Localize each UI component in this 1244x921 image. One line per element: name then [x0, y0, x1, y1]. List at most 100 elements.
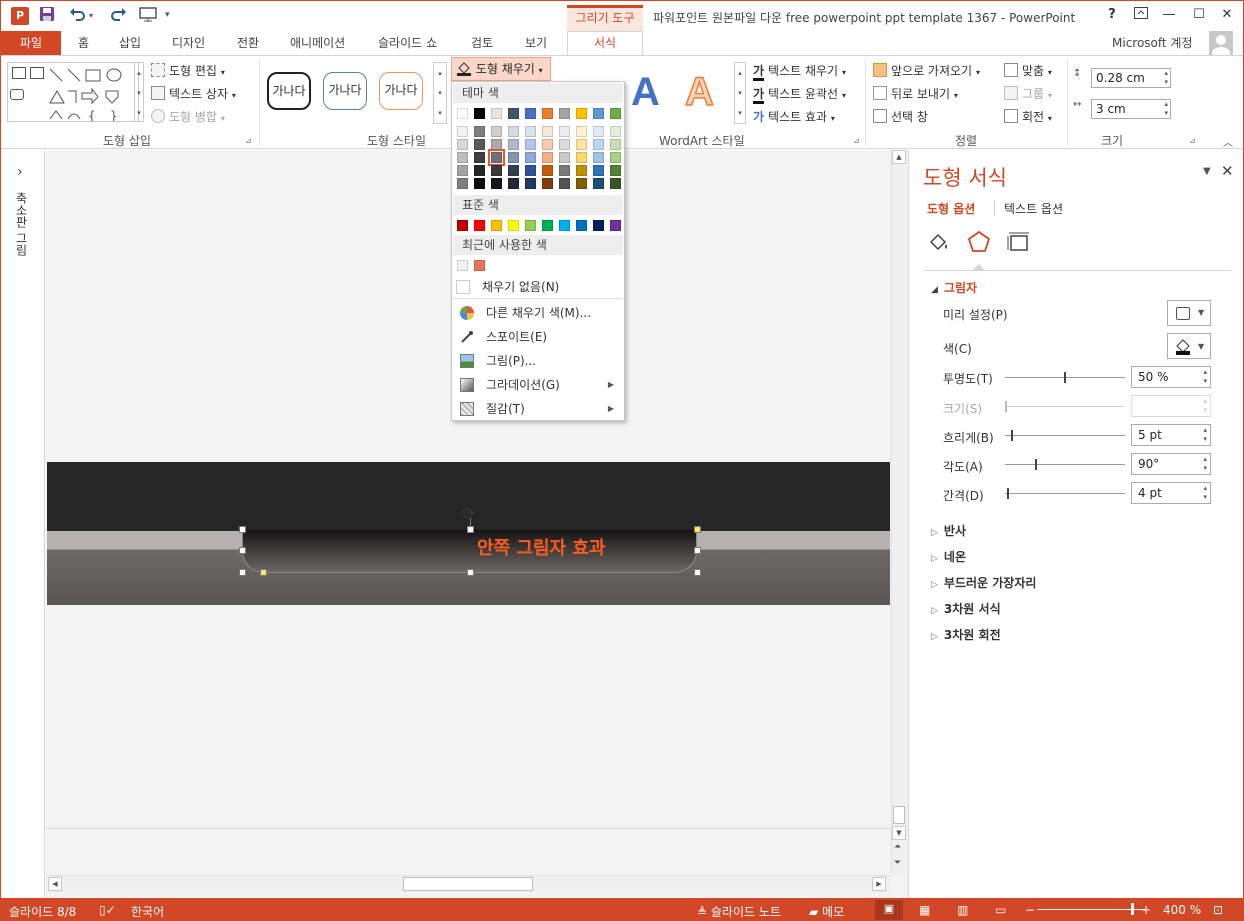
horizontal-scrollbar[interactable]: ◀ ▶ — [46, 875, 891, 893]
theme-shade-swatch[interactable] — [610, 126, 621, 137]
distance-slider-thumb[interactable] — [1007, 488, 1009, 499]
text-fill-button[interactable]: 가 텍스트 채우기 ▾ — [753, 62, 846, 81]
theme-shade-swatch[interactable] — [457, 165, 468, 176]
resize-handle-br[interactable] — [694, 569, 701, 576]
theme-shade-swatch[interactable] — [474, 178, 485, 189]
theme-shade-swatch[interactable] — [593, 126, 604, 137]
standard-color-swatch[interactable] — [610, 220, 621, 231]
standard-color-swatch[interactable] — [559, 220, 570, 231]
undo-icon[interactable] — [69, 6, 87, 26]
tab-insert[interactable]: 삽입 — [119, 34, 141, 51]
standard-color-swatch[interactable] — [457, 220, 468, 231]
theme-shade-swatch[interactable] — [593, 165, 604, 176]
shape-styles-gallery-scroll[interactable]: ▴ ▾ ▾ — [433, 62, 447, 124]
theme-shade-swatch[interactable] — [559, 139, 570, 150]
thumbnails-label[interactable]: 축소판 그림 — [13, 192, 30, 256]
theme-shade-swatch[interactable] — [593, 178, 604, 189]
theme-shade-swatch[interactable] — [542, 178, 553, 189]
theme-shade-swatch[interactable] — [542, 152, 553, 163]
slideshow-view-icon[interactable]: ▭ — [995, 903, 1006, 917]
comments-button[interactable]: ▰ 메모 — [809, 903, 844, 920]
standard-color-swatch[interactable] — [593, 220, 604, 231]
theme-shade-swatch[interactable] — [491, 139, 502, 150]
picture-fill-item[interactable]: 그림(P)... — [460, 352, 536, 369]
shadow-preset-dropdown[interactable]: ▼ — [1167, 300, 1211, 326]
theme-shade-swatch[interactable] — [474, 139, 485, 150]
bring-forward-button[interactable]: 앞으로 가져오기 ▾ — [873, 62, 980, 79]
slide-indicator[interactable]: 슬라이드 8/8 — [9, 903, 76, 920]
theme-shade-swatch[interactable] — [576, 178, 587, 189]
wordart-dialog-launcher-icon[interactable]: ⊿ — [853, 136, 860, 145]
theme-shade-swatch[interactable] — [474, 165, 485, 176]
theme-shade-swatch[interactable] — [457, 139, 468, 150]
tab-format[interactable]: 서식 — [567, 31, 643, 57]
wordart-blue-sample[interactable]: A — [631, 70, 660, 115]
resize-handle-ml[interactable] — [239, 547, 246, 554]
size-properties-icon[interactable] — [1007, 230, 1031, 254]
theme-shade-swatch[interactable] — [525, 139, 536, 150]
text-effects-button[interactable]: 가 텍스트 효과 ▾ — [753, 108, 835, 125]
theme-color-swatch[interactable] — [559, 108, 570, 119]
recent-color-swatch[interactable] — [457, 260, 468, 271]
eyedropper-item[interactable]: 스포이트(E) — [460, 328, 547, 345]
tab-home[interactable]: 홈 — [78, 34, 89, 51]
theme-shade-swatch[interactable] — [559, 178, 570, 189]
account-name[interactable]: Microsoft 계정 — [1112, 34, 1193, 51]
reading-view-icon[interactable]: ▥ — [957, 903, 968, 917]
tab-slideshow[interactable]: 슬라이드 쇼 — [378, 34, 437, 51]
send-backward-button[interactable]: 뒤로 보내기 ▾ — [873, 85, 958, 102]
ribbon-display-options-icon[interactable] — [1127, 7, 1155, 23]
theme-color-swatch[interactable] — [610, 108, 621, 119]
theme-shade-swatch[interactable] — [610, 139, 621, 150]
wordart-gallery-scroll[interactable]: ▴ ▾ ▾ — [734, 62, 746, 124]
resize-handle-bm[interactable] — [467, 569, 474, 576]
theme-shade-swatch[interactable] — [525, 165, 536, 176]
theme-color-swatch[interactable] — [542, 108, 553, 119]
no-fill-item[interactable]: 채우기 없음(N) — [456, 278, 559, 295]
powerpoint-logo-icon[interactable]: P — [11, 7, 29, 25]
theme-shade-swatch[interactable] — [488, 149, 505, 166]
tab-view[interactable]: 보기 — [525, 34, 547, 51]
shape-style-blue[interactable]: 가나다 — [323, 72, 367, 110]
horizontal-scroll-thumb[interactable] — [403, 877, 533, 891]
theme-shade-swatch[interactable] — [542, 126, 553, 137]
tab-text-options[interactable]: 텍스트 옵션 — [1004, 200, 1063, 217]
shape-insert-dialog-launcher-icon[interactable]: ⊿ — [245, 136, 252, 145]
theme-shade-swatch[interactable] — [593, 152, 604, 163]
shape-text[interactable]: 안쪽 그림자 효과 — [477, 534, 605, 560]
size-dialog-launcher-icon[interactable]: ⊿ — [1189, 136, 1196, 145]
text-outline-button[interactable]: 가 텍스트 윤곽선 ▾ — [753, 85, 846, 104]
texture-fill-item[interactable]: 질감(T) — [460, 400, 525, 417]
theme-shade-swatch[interactable] — [559, 165, 570, 176]
resize-handle-tl[interactable] — [239, 526, 246, 533]
standard-color-swatch[interactable] — [491, 220, 502, 231]
theme-shade-swatch[interactable] — [474, 152, 485, 163]
theme-shade-swatch[interactable] — [525, 126, 536, 137]
resize-handle-bl[interactable] — [239, 569, 246, 576]
theme-shade-swatch[interactable] — [491, 165, 502, 176]
theme-shade-swatch[interactable] — [474, 126, 485, 137]
blur-input[interactable]: 5 pt ▴ ▾ — [1131, 424, 1211, 446]
resize-handle-tm[interactable] — [467, 526, 474, 533]
standard-color-swatch[interactable] — [525, 220, 536, 231]
vertical-scrollbar[interactable]: ▲ ▼ ⏶ ⏷ — [891, 150, 907, 874]
fill-line-icon[interactable] — [927, 230, 951, 254]
normal-view-icon[interactable]: ▣ — [875, 900, 903, 920]
soft-edges-section-header[interactable]: ▷ 부드러운 가장자리 — [931, 574, 1036, 591]
save-icon[interactable] — [39, 6, 55, 26]
close-button[interactable]: ✕ — [1213, 7, 1241, 22]
theme-shade-swatch[interactable] — [576, 139, 587, 150]
angle-input[interactable]: 90° ▴ ▾ — [1131, 453, 1211, 475]
zoom-in-button[interactable]: + — [1141, 903, 1151, 917]
shape-icons[interactable]: { } — [48, 67, 138, 121]
theme-shade-swatch[interactable] — [508, 152, 519, 163]
zoom-slider-thumb[interactable] — [1131, 903, 1134, 915]
theme-color-swatch[interactable] — [474, 108, 485, 119]
align-button[interactable]: 맞춤 ▾ — [1004, 62, 1052, 79]
shadow-section-header[interactable]: ◢ 그림자 — [931, 279, 977, 296]
theme-shade-swatch[interactable] — [542, 165, 553, 176]
shapes-gallery-scroll[interactable]: ▴ ▾ ▾ — [134, 62, 144, 122]
avatar[interactable] — [1209, 31, 1233, 55]
tab-design[interactable]: 디자인 — [172, 34, 205, 51]
theme-shade-swatch[interactable] — [457, 126, 468, 137]
